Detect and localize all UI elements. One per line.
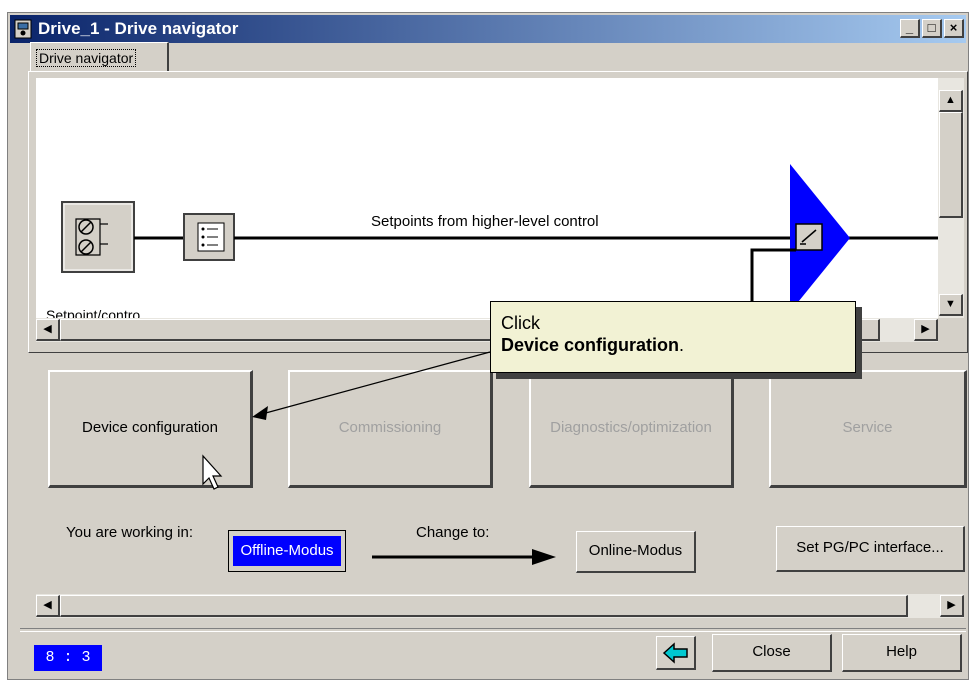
change-mode-arrow-icon [372,549,556,565]
scroll-up-arrow-icon[interactable]: ▲ [939,90,963,112]
diagram-canvas: Setpoints from higher-level control Setp… [46,164,938,318]
callout-line1: Click [501,313,540,333]
block-caption: Setpoint/contro [46,307,140,318]
close-button[interactable]: Close [712,634,832,672]
scroll-down-arrow-icon[interactable]: ▼ [939,294,963,316]
vertical-scroll-thumb[interactable] [939,112,963,218]
minimize-button[interactable]: _ [900,19,920,38]
bottom-horizontal-scrollbar[interactable]: ◀ ▶ [36,594,964,618]
setpoint-line-label: Setpoints from higher-level control [371,213,599,230]
callout-line2: Device configuration. [501,334,845,356]
tab-drive-navigator[interactable]: Drive navigator [30,42,169,72]
working-in-label: You are working in: [66,524,194,541]
footer-divider [20,628,966,632]
diagram-vertical-scrollbar[interactable]: ▲ ▼ [938,78,964,318]
bottom-scroll-left-arrow-icon[interactable]: ◀ [36,595,60,617]
offline-mode-frame: Offline-Modus [228,530,346,572]
diagnostics-optimization-button[interactable]: Diagnostics/optimization [529,370,734,488]
offline-mode-indicator: Offline-Modus [233,536,341,566]
title-bar[interactable]: Drive_1 - Drive navigator _ □ × [10,15,966,43]
bottom-scroll-thumb[interactable] [60,595,908,617]
scroll-right-arrow-icon[interactable]: ▶ [914,319,938,341]
tab-label: Drive navigator [36,49,137,67]
commissioning-button[interactable]: Commissioning [288,370,493,488]
instruction-callout: Click Device configuration. [490,301,856,373]
parameter-block-icon[interactable] [183,213,235,261]
help-button[interactable]: Help [842,634,962,672]
change-to-label: Change to: [416,524,490,541]
setpoint-block-icon[interactable] [61,201,135,273]
window-title: Drive_1 - Drive navigator [38,19,239,38]
status-code-badge: 8 : 3 [34,645,102,671]
drive-app-icon [14,19,32,39]
bottom-scroll-right-arrow-icon[interactable]: ▶ [940,595,964,617]
callout-period: . [679,335,685,355]
maximize-button[interactable]: □ [922,19,942,38]
online-mode-button[interactable]: Online-Modus [576,531,696,573]
back-arrow-icon [662,642,688,664]
scroll-left-arrow-icon[interactable]: ◀ [36,319,60,341]
back-button[interactable] [656,636,696,670]
device-configuration-button[interactable]: Device configuration [48,370,253,488]
callout-emphasis: Device configuration [501,335,680,355]
switch-icon[interactable] [795,223,823,251]
service-button[interactable]: Service [769,370,967,488]
close-window-button[interactable]: × [944,19,964,38]
set-pg-pc-interface-button[interactable]: Set PG/PC interface... [776,526,965,572]
drive-diagram: Setpoints from higher-level control Setp… [36,78,938,318]
